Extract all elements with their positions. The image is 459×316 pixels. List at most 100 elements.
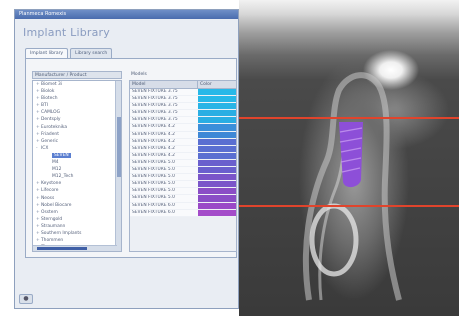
model-cell: SEVEN FIXTURE 4.2 xyxy=(130,145,198,152)
tree-item[interactable]: - ICX xyxy=(33,145,121,152)
implant-library-window: Planmeca Romexis Implant Library Implant… xyxy=(14,9,239,309)
tree-item[interactable]: +Biolok xyxy=(33,88,121,95)
table-row[interactable]: SEVEN FIXTURE 5.0 xyxy=(130,188,236,196)
table-row[interactable]: SEVEN FIXTURE 5.0 xyxy=(130,174,236,182)
table-row[interactable]: SEVEN FIXTURE 5.0 xyxy=(130,195,236,203)
tree-item[interactable]: +Sterngold xyxy=(33,216,121,223)
tree-item[interactable]: +Dentsply xyxy=(33,116,121,123)
options-button[interactable]: ● xyxy=(19,294,33,304)
color-swatch-cell[interactable] xyxy=(198,188,236,195)
model-cell: SEVEN FIXTURE 4.2 xyxy=(130,152,198,159)
column-color[interactable]: Color xyxy=(198,81,236,88)
color-swatch-cell[interactable] xyxy=(198,138,236,145)
table-row[interactable]: SEVEN FIXTURE 3.75 xyxy=(130,103,236,111)
tree-item-label: M4 xyxy=(52,160,59,166)
model-cell: SEVEN FIXTURE 5.0 xyxy=(130,167,198,174)
table-row[interactable]: SEVEN FIXTURE 4.2 xyxy=(130,131,236,139)
tree-item[interactable]: +Osstem xyxy=(33,209,121,216)
tree-item-label: Southern Implants xyxy=(41,230,82,236)
color-swatch-cell[interactable] xyxy=(198,195,236,202)
color-swatch-cell[interactable] xyxy=(198,103,236,110)
tree-item-label: M12_Tech xyxy=(52,174,74,180)
tree-item-label: Neoss xyxy=(41,195,55,201)
color-swatch-cell[interactable] xyxy=(198,167,236,174)
tree-item[interactable]: +Euroteknika xyxy=(33,124,121,131)
tree-item[interactable]: +Neoss xyxy=(33,195,121,202)
tree-item[interactable]: +Biotech xyxy=(33,95,121,102)
tree-item[interactable]: +BTI xyxy=(33,102,121,109)
table-row[interactable]: SEVEN FIXTURE 3.75 xyxy=(130,96,236,104)
model-cell: SEVEN FIXTURE 6.0 xyxy=(130,202,198,209)
color-swatch-cell[interactable] xyxy=(198,96,236,103)
model-cell: SEVEN FIXTURE 3.75 xyxy=(130,103,198,110)
tree-item-label: Keystone xyxy=(41,181,62,187)
color-swatch-cell[interactable] xyxy=(198,124,236,131)
color-swatch-cell[interactable] xyxy=(198,159,236,167)
tree-item-label: Biomet 3i xyxy=(41,82,63,87)
table-row[interactable]: SEVEN FIXTURE 4.2 xyxy=(130,124,236,132)
tree-horizontal-scrollbar[interactable] xyxy=(33,245,117,251)
table-row[interactable]: SEVEN FIXTURE 3.75 xyxy=(130,89,236,97)
tree-item[interactable]: +Nobel Biocare xyxy=(33,202,121,209)
column-model[interactable]: Model xyxy=(130,81,198,88)
tree-item[interactable]: M4 xyxy=(33,159,121,166)
color-swatch-cell[interactable] xyxy=(198,181,236,188)
table-row[interactable]: SEVEN FIXTURE 3.75 xyxy=(130,117,236,125)
color-swatch-cell[interactable] xyxy=(198,145,236,152)
table-row[interactable]: SEVEN FIXTURE 6.0 xyxy=(130,202,236,210)
tab-implant-library[interactable]: Implant library xyxy=(25,48,69,58)
color-swatch-cell[interactable] xyxy=(198,209,236,216)
tree-item[interactable]: +Generic xyxy=(33,138,121,145)
tree-item-label: Dentsply xyxy=(41,117,61,123)
tree-item-label: Friadent xyxy=(41,131,59,137)
table-row[interactable]: SEVEN FIXTURE 3.75 xyxy=(130,110,236,118)
color-swatch-cell[interactable] xyxy=(198,89,236,96)
tree-item[interactable]: +Southern Implants xyxy=(33,230,121,237)
tree-item[interactable]: +Thommen xyxy=(33,237,121,244)
tree-item-label: Osstem xyxy=(41,209,58,215)
table-row[interactable]: SEVEN FIXTURE 4.2 xyxy=(130,145,236,153)
tree-item-label: SEVEN xyxy=(52,152,71,158)
model-cell: SEVEN FIXTURE 3.75 xyxy=(130,89,198,96)
model-cell: SEVEN FIXTURE 3.75 xyxy=(130,117,198,124)
color-swatch-cell[interactable] xyxy=(198,131,236,138)
table-row[interactable]: SEVEN FIXTURE 5.0 xyxy=(130,159,236,168)
table-row[interactable]: SEVEN FIXTURE 5.0 xyxy=(130,181,236,189)
table-row[interactable]: SEVEN FIXTURE 4.2 xyxy=(130,152,236,160)
tree-item[interactable]: +Keystone xyxy=(33,180,121,187)
manufacturer-tree[interactable]: +Biomet 3i +Biolok +Biotech +BTI +CAMLOG +Den… xyxy=(32,80,122,252)
tree-item-label: Euroteknika xyxy=(41,124,68,130)
tree-item[interactable]: +Lifecore xyxy=(33,187,121,194)
table-row[interactable]: SEVEN FIXTURE 5.0 xyxy=(130,167,236,175)
color-swatch-cell[interactable] xyxy=(198,110,236,117)
color-swatch-cell[interactable] xyxy=(198,202,236,209)
tree-item[interactable]: M12_Tech xyxy=(33,173,121,180)
tree-header: Manufacturer / Product xyxy=(32,71,122,79)
tree-item[interactable]: +Straumann xyxy=(33,223,121,230)
color-swatch-cell[interactable] xyxy=(198,152,236,159)
mandibular-canal xyxy=(309,203,359,277)
models-table: Model Color SEVEN FIXTURE 3.75 SEVEN FIXT… xyxy=(129,80,237,252)
table-row[interactable]: SEVEN FIXTURE 4.2 xyxy=(130,138,236,146)
model-cell: SEVEN FIXTURE 5.0 xyxy=(130,174,198,181)
tree-item[interactable]: SEVEN xyxy=(33,152,121,159)
color-swatch-cell[interactable] xyxy=(198,174,236,181)
models-table-columns: Model Color xyxy=(130,81,236,89)
table-row[interactable]: SEVEN FIXTURE 6.0 xyxy=(130,209,236,217)
color-swatch-cell[interactable] xyxy=(198,117,236,124)
tree-item[interactable]: +Friadent xyxy=(33,131,121,138)
radiograph-view[interactable] xyxy=(239,0,459,316)
tree-item-label: Biotech xyxy=(41,96,58,102)
tree-item[interactable]: +CAMLOG xyxy=(33,109,121,116)
model-cell: SEVEN FIXTURE 5.0 xyxy=(130,159,198,167)
implant-model[interactable] xyxy=(339,122,363,188)
model-cell: SEVEN FIXTURE 6.0 xyxy=(130,209,198,216)
tab-library-search[interactable]: Library search xyxy=(70,48,113,58)
tree-hscroll-thumb[interactable] xyxy=(37,247,87,250)
tree-scroll-thumb[interactable] xyxy=(117,117,121,177)
tree-vertical-scrollbar[interactable] xyxy=(115,81,121,251)
tree-item[interactable]: +Biomet 3i xyxy=(33,81,121,88)
model-cell: SEVEN FIXTURE 5.0 xyxy=(130,181,198,188)
tree-item[interactable]: M12 xyxy=(33,166,121,173)
tree-item-label: Generic xyxy=(41,138,59,144)
